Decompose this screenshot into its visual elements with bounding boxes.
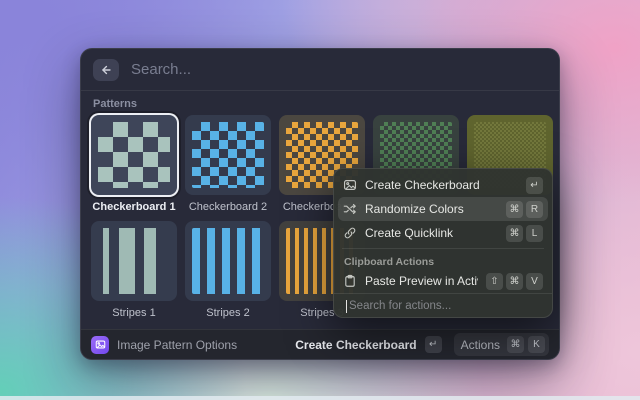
menu-divider bbox=[342, 248, 544, 249]
key-badge: ⌘ bbox=[506, 225, 523, 242]
actions-search-placeholder: Search for actions... bbox=[349, 300, 451, 312]
pattern-tile-label: Checkerboard 2 bbox=[185, 195, 271, 221]
actions-search-field[interactable]: Search for actions... bbox=[334, 293, 552, 318]
back-button[interactable] bbox=[93, 59, 119, 81]
key-badge: L bbox=[526, 225, 543, 242]
actions-shortcut: ⌘K bbox=[507, 336, 545, 353]
section-header-patterns: Patterns bbox=[81, 91, 559, 115]
pattern-tile[interactable] bbox=[185, 221, 271, 301]
pattern-cell: Stripes 2 bbox=[185, 221, 271, 327]
pattern-tile-label: Stripes 2 bbox=[185, 301, 271, 327]
back-arrow-icon bbox=[99, 63, 113, 77]
key-badge: ⇧ bbox=[486, 273, 503, 290]
menu-item-shortcut: ⌘R bbox=[506, 201, 543, 218]
link-icon bbox=[343, 226, 357, 240]
key-badge: K bbox=[528, 336, 545, 353]
action-menu-list: Create Checkerboard ↵ Randomize Colors ⌘R Cr… bbox=[338, 173, 548, 245]
pattern-tile-label: Checkerboard 1 bbox=[91, 195, 177, 221]
actions-label: Actions bbox=[458, 338, 503, 352]
footer-bar: Image Pattern Options Create Checkerboar… bbox=[81, 329, 559, 359]
menu-item-label: Paste Preview in Active App bbox=[365, 274, 478, 288]
clipboard-icon bbox=[343, 274, 357, 288]
key-badge: ⌘ bbox=[507, 336, 524, 353]
key-badge: ⌘ bbox=[506, 201, 523, 218]
key-badge: V bbox=[526, 273, 543, 290]
action-menu-section-list: Paste Preview in Active App ⇧⌘V bbox=[338, 269, 548, 293]
actions-button[interactable]: Actions ⌘K bbox=[454, 333, 549, 356]
shuffle-icon bbox=[343, 202, 357, 216]
pattern-tile[interactable] bbox=[185, 115, 271, 195]
key-badge: ⌘ bbox=[506, 273, 523, 290]
action-menu: Create Checkerboard↵Randomize Colors⌘RCr… bbox=[333, 168, 553, 318]
menu-item-label: Randomize Colors bbox=[365, 202, 498, 216]
pattern-swatch bbox=[98, 122, 170, 188]
menu-section-header: Clipboard Actions bbox=[338, 252, 548, 269]
menu-item-shortcut: ⌘L bbox=[506, 225, 543, 242]
extension-icon bbox=[91, 336, 109, 354]
pattern-swatch bbox=[192, 122, 264, 188]
primary-action-button[interactable]: Create Checkerboard bbox=[295, 338, 416, 352]
image-icon bbox=[343, 178, 357, 192]
pattern-cell: Checkerboard 2 bbox=[185, 115, 271, 221]
pattern-tile-label: Stripes 1 bbox=[91, 301, 177, 327]
return-key-badge: ↵ bbox=[425, 336, 442, 353]
extension-name: Image Pattern Options bbox=[117, 338, 287, 352]
search-bar: Search... bbox=[81, 49, 559, 91]
key-badge: R bbox=[526, 201, 543, 218]
menu-item-randomize-colors[interactable]: Randomize Colors ⌘R bbox=[338, 197, 548, 221]
menu-item-shortcut: ↵ bbox=[526, 177, 543, 194]
pattern-tile[interactable] bbox=[91, 221, 177, 301]
menu-item-create-quicklink[interactable]: Create Quicklink ⌘L bbox=[338, 221, 548, 245]
pattern-swatch bbox=[192, 228, 264, 294]
pattern-tile[interactable] bbox=[91, 115, 177, 195]
menu-item-shortcut: ⇧⌘V bbox=[486, 273, 543, 290]
pattern-cell: Stripes 1 bbox=[91, 221, 177, 327]
menu-item-label: Create Checkerboard bbox=[365, 178, 518, 192]
menu-item-label: Create Quicklink bbox=[365, 226, 498, 240]
menu-item-paste-preview-in-active-app[interactable]: Paste Preview in Active App ⇧⌘V bbox=[338, 269, 548, 293]
pattern-swatch bbox=[98, 228, 170, 294]
pattern-cell: Checkerboard 1 bbox=[91, 115, 177, 221]
key-badge: ↵ bbox=[526, 177, 543, 194]
menu-item-create-checkerboard[interactable]: Create Checkerboard ↵ bbox=[338, 173, 548, 197]
text-caret bbox=[346, 300, 347, 313]
search-input[interactable]: Search... bbox=[131, 61, 191, 78]
